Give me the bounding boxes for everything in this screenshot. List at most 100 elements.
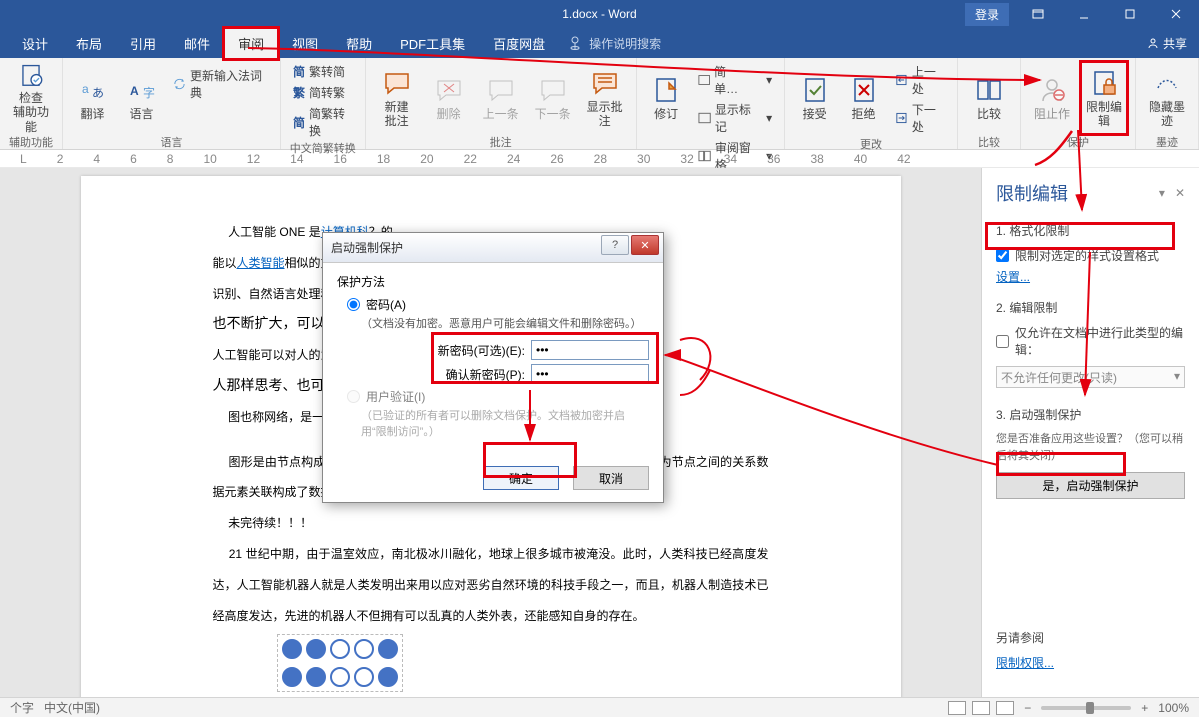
display-mode-dropdown[interactable]: 简单…▾ bbox=[694, 62, 776, 98]
group-label-comments: 批注 bbox=[374, 134, 628, 148]
zoom-slider[interactable] bbox=[1041, 706, 1131, 710]
group-label-protect: 保护 bbox=[1029, 134, 1127, 148]
login-button[interactable]: 登录 bbox=[965, 3, 1009, 26]
language-status[interactable]: 中文(中国) bbox=[44, 701, 100, 715]
restrict-editing-button[interactable]: 限制编辑 bbox=[1081, 62, 1127, 134]
userauth-radio: 用户验证(I) bbox=[347, 388, 649, 405]
word-count[interactable]: 个字 bbox=[10, 701, 34, 715]
compare-button[interactable]: 比较 bbox=[966, 62, 1012, 134]
see-also-label: 另请参阅 bbox=[996, 629, 1185, 646]
password-radio[interactable]: 密码(A) bbox=[347, 296, 649, 313]
tell-me-search[interactable]: 操作说明搜索 bbox=[569, 35, 661, 52]
group-cnconvert: 简繁转简 繁简转繁 简简繁转换 中文简繁转换 bbox=[281, 58, 366, 149]
maximize-icon[interactable] bbox=[1107, 0, 1153, 28]
show-comments-button[interactable]: 显示批注 bbox=[582, 62, 628, 134]
display-mode-label: 简单… bbox=[714, 63, 746, 97]
svg-text:a: a bbox=[82, 82, 89, 96]
paragraph: 未完待续！！！ bbox=[213, 507, 769, 538]
language-button[interactable]: A字 语言 bbox=[120, 62, 163, 134]
dialog-cancel-button[interactable]: 取消 bbox=[573, 466, 649, 490]
paragraph: 21 世纪中期，由于温室效应，南北极冰川融化，地球上很多城市被淹没。此时，人类科… bbox=[213, 538, 769, 630]
dialog-close-button[interactable]: ✕ bbox=[631, 235, 659, 255]
group-label-accessibility: 辅助功能 bbox=[8, 134, 54, 148]
confirm-password-label: 确认新密码(P): bbox=[446, 366, 525, 383]
confirm-password-input[interactable] bbox=[531, 364, 649, 384]
ime-update-button[interactable]: 更新输入法词典 bbox=[169, 66, 272, 102]
restrict-editing-label: 限制编辑 bbox=[1081, 100, 1127, 129]
prev-comment-button[interactable]: 上一条 bbox=[478, 62, 524, 134]
check-accessibility-label: 检查 辅助功能 bbox=[8, 91, 54, 134]
next-change-button[interactable]: 下一处 bbox=[891, 100, 949, 136]
prev-change-button[interactable]: 上一处 bbox=[891, 62, 949, 98]
hide-ink-label: 隐藏墨 迹 bbox=[1149, 100, 1185, 129]
tab-help[interactable]: 帮助 bbox=[332, 28, 386, 59]
titlebar: 1.docx - Word 登录 bbox=[0, 0, 1199, 28]
dialog-ok-button[interactable]: 确定 bbox=[483, 466, 559, 490]
userauth-radio-input bbox=[347, 390, 360, 403]
ribbon-display-icon[interactable] bbox=[1015, 0, 1061, 28]
pane-options-icon[interactable]: ▾ bbox=[1159, 186, 1165, 200]
tab-pdftools[interactable]: PDF工具集 bbox=[386, 28, 479, 59]
tab-mail[interactable]: 邮件 bbox=[170, 28, 224, 59]
translate-label: 翻译 bbox=[81, 107, 105, 121]
reject-button[interactable]: 拒绝 bbox=[842, 62, 885, 134]
delete-comment-button[interactable]: 删除 bbox=[426, 62, 472, 134]
new-comment-button[interactable]: 新建 批注 bbox=[374, 62, 420, 134]
hyperlink[interactable]: 人类智能 bbox=[237, 256, 285, 270]
web-layout-icon[interactable] bbox=[996, 701, 1014, 715]
prev-comment-label: 上一条 bbox=[483, 107, 519, 121]
pane-title: 限制编辑 bbox=[996, 180, 1068, 206]
start-enforce-button[interactable]: 是，启动强制保护 bbox=[996, 472, 1185, 499]
window-title: 1.docx - Word bbox=[562, 7, 636, 21]
print-layout-icon[interactable] bbox=[972, 701, 990, 715]
tab-layout[interactable]: 布局 bbox=[62, 28, 116, 59]
accept-button[interactable]: 接受 bbox=[793, 62, 836, 134]
tab-baidu[interactable]: 百度网盘 bbox=[479, 28, 559, 59]
format-restrict-label: 限制对选定的样式设置格式 bbox=[1015, 247, 1159, 264]
menubar: 设计 布局 引用 邮件 审阅 视图 帮助 PDF工具集 百度网盘 操作说明搜索 … bbox=[0, 28, 1199, 58]
show-markup-button[interactable]: 显示标记▾ bbox=[694, 100, 776, 136]
minimize-icon[interactable] bbox=[1061, 0, 1107, 28]
cn-convert-button[interactable]: 简简繁转换 bbox=[289, 104, 357, 140]
group-label-compare: 比较 bbox=[966, 134, 1012, 148]
simp-to-trad-button[interactable]: 繁简转繁 bbox=[289, 83, 357, 102]
format-restrict-checkbox[interactable]: 限制对选定的样式设置格式 bbox=[996, 247, 1185, 264]
reject-label: 拒绝 bbox=[852, 107, 876, 121]
dialog-help-button[interactable]: ? bbox=[601, 235, 629, 255]
edit-type-dropdown[interactable]: 不允许任何更改(只读)▾ bbox=[996, 366, 1185, 388]
tab-design[interactable]: 设计 bbox=[8, 28, 62, 59]
dialog-titlebar[interactable]: 启动强制保护 ? ✕ bbox=[323, 233, 663, 263]
zoom-in-button[interactable]: + bbox=[1141, 701, 1148, 715]
next-comment-button[interactable]: 下一条 bbox=[530, 62, 576, 134]
password-radio-input[interactable] bbox=[347, 298, 360, 311]
share-button[interactable]: 共享 bbox=[1147, 35, 1187, 52]
tell-me-label: 操作说明搜索 bbox=[589, 35, 661, 52]
translate-button[interactable]: aあ 翻译 bbox=[71, 62, 114, 134]
edit-restrict-checkbox[interactable]: 仅允许在文档中进行此类型的编辑： bbox=[996, 324, 1185, 358]
block-authors-button[interactable]: 阻止作 bbox=[1029, 62, 1075, 134]
smartart-object[interactable] bbox=[277, 634, 403, 692]
close-icon[interactable] bbox=[1153, 0, 1199, 28]
settings-link[interactable]: 设置... bbox=[996, 268, 1185, 285]
restrict-permission-link[interactable]: 限制权限... bbox=[996, 654, 1185, 671]
tab-view[interactable]: 视图 bbox=[278, 28, 332, 59]
group-tracking: 修订 简单…▾ 显示标记▾ 审阅窗格▾ 修订 bbox=[637, 58, 786, 149]
prev-change-label: 上一处 bbox=[912, 63, 945, 97]
format-restrict-input[interactable] bbox=[996, 249, 1009, 262]
tab-review[interactable]: 审阅 bbox=[224, 28, 278, 59]
zoom-level[interactable]: 100% bbox=[1158, 701, 1189, 715]
pane-close-icon[interactable]: ✕ bbox=[1175, 186, 1185, 200]
tab-reference[interactable]: 引用 bbox=[116, 28, 170, 59]
group-label-language: 语言 bbox=[71, 134, 272, 148]
read-mode-icon[interactable] bbox=[948, 701, 966, 715]
edit-restrict-label: 仅允许在文档中进行此类型的编辑： bbox=[1015, 324, 1185, 358]
new-password-input[interactable] bbox=[531, 340, 649, 360]
trad-to-simp-button[interactable]: 简繁转简 bbox=[289, 62, 357, 81]
hide-ink-button[interactable]: 隐藏墨 迹 bbox=[1144, 62, 1190, 134]
edit-restrict-input[interactable] bbox=[996, 335, 1009, 348]
s2t-label: 简转繁 bbox=[309, 84, 345, 101]
check-accessibility-button[interactable]: 检查 辅助功能 bbox=[8, 62, 54, 134]
ime-update-label: 更新输入法词典 bbox=[190, 67, 268, 101]
zoom-out-button[interactable]: − bbox=[1024, 701, 1031, 715]
track-changes-button[interactable]: 修订 bbox=[645, 62, 688, 134]
